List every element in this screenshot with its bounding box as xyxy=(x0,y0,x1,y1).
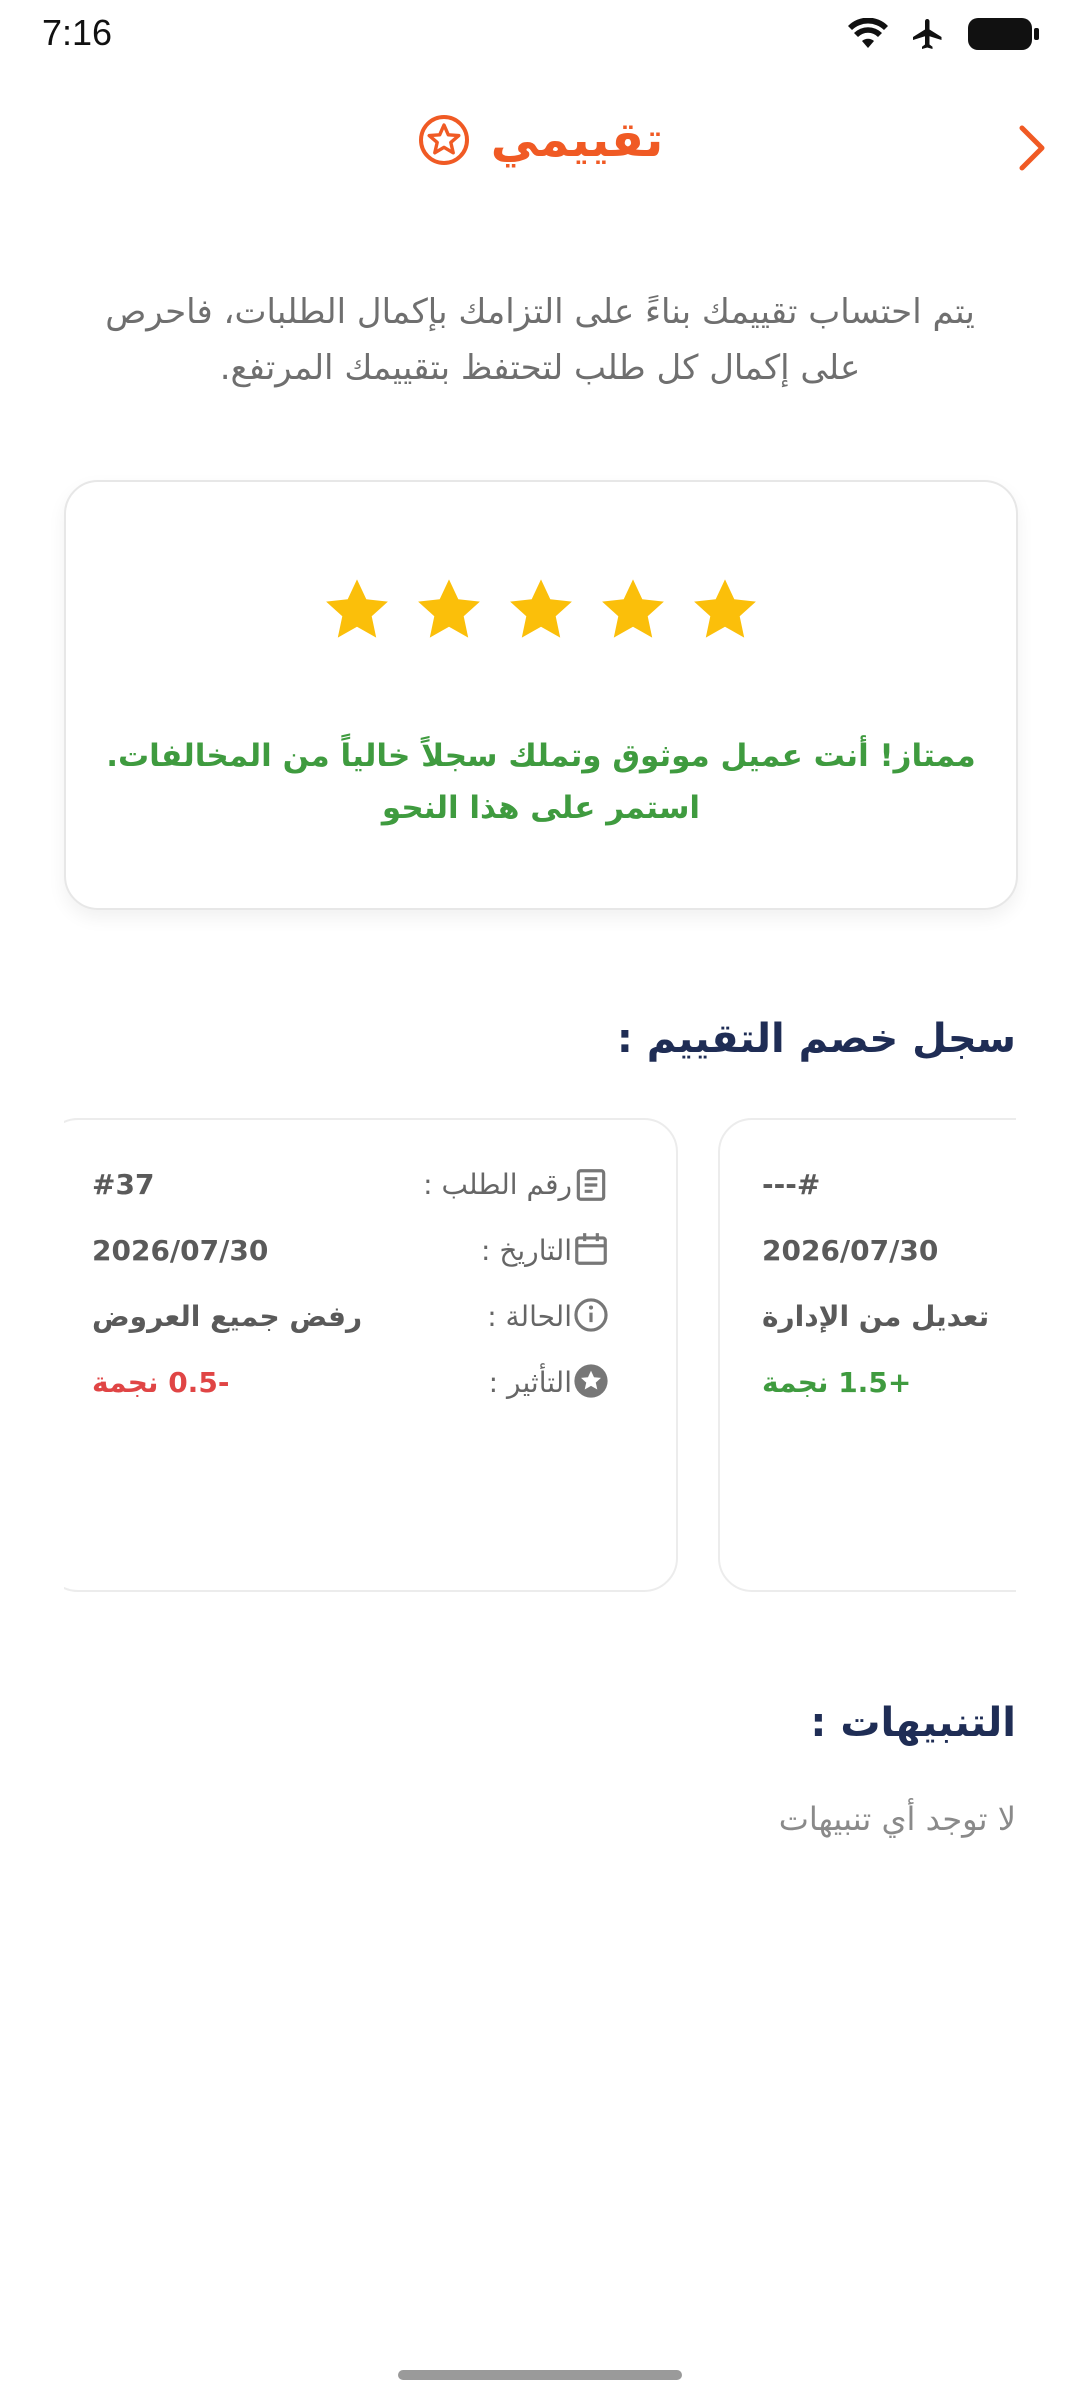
status-label: الحالة : xyxy=(487,1300,572,1333)
battery-icon xyxy=(968,18,1039,50)
history-title: سجل خصم التقييم : xyxy=(616,1016,1016,1062)
order-number-value: #--- xyxy=(762,1168,821,1201)
history-record-card: رقم الطلب : #37 التاريخ : 2026/07/30 الح… xyxy=(64,1118,678,1592)
order-number-value: #37 xyxy=(92,1168,155,1201)
page-title: تقييمي xyxy=(490,112,664,168)
date-value: 2026/07/30 xyxy=(92,1234,269,1267)
alerts-title: التنبيهات : xyxy=(810,1700,1016,1746)
status-value: تعديل من الإدارة xyxy=(762,1300,990,1333)
wifi-icon xyxy=(848,18,888,48)
rating-card: ممتاز! أنت عميل موثوق وتملك سجلاً خالياً… xyxy=(64,480,1018,910)
star-icon xyxy=(326,579,388,638)
airplane-mode-icon xyxy=(913,19,942,49)
rating-explanation: يتم احتساب تقييمك بناءً على التزامك بإكم… xyxy=(105,292,975,388)
impact-value: +1.5 نجمة xyxy=(762,1366,912,1399)
order-number-label: رقم الطلب : xyxy=(423,1168,572,1201)
rating-message-line2: استمر على هذا النحو xyxy=(381,790,701,826)
order-receipt-icon xyxy=(572,1166,610,1204)
star-icon xyxy=(510,579,572,638)
star-icon xyxy=(694,579,756,638)
date-label: التاريخ : xyxy=(480,1234,572,1267)
date-value: 2026/07/30 xyxy=(762,1234,939,1267)
star-icon xyxy=(418,579,480,638)
alerts-empty-text: لا توجد أي تنبيهات xyxy=(778,1800,1016,1838)
star-rating xyxy=(66,574,1016,646)
star-icon xyxy=(602,579,664,638)
star-badge-icon xyxy=(418,115,469,165)
rating-message-line1: ممتاز! أنت عميل موثوق وتملك سجلاً خالياً… xyxy=(106,738,976,774)
star-circle-icon xyxy=(572,1362,610,1400)
impact-value: -0.5 نجمة xyxy=(92,1366,230,1399)
page-header: تقييمي xyxy=(0,112,1080,168)
status-icons xyxy=(848,16,1040,52)
calendar-icon xyxy=(572,1230,610,1268)
status-value: رفض جميع العروض xyxy=(92,1300,363,1333)
info-icon xyxy=(572,1296,610,1334)
impact-label: التأثير : xyxy=(488,1366,572,1399)
deduction-history-list[interactable]: رقم الطلب : #--- التاريخ : 2026/07/30 ال… xyxy=(64,1118,1016,1594)
status-time: 7:16 xyxy=(42,12,113,53)
home-indicator[interactable] xyxy=(398,2370,682,2380)
history-record-card: رقم الطلب : #--- التاريخ : 2026/07/30 ال… xyxy=(718,1118,1016,1592)
rating-message: ممتاز! أنت عميل موثوق وتملك سجلاً خالياً… xyxy=(86,730,996,834)
